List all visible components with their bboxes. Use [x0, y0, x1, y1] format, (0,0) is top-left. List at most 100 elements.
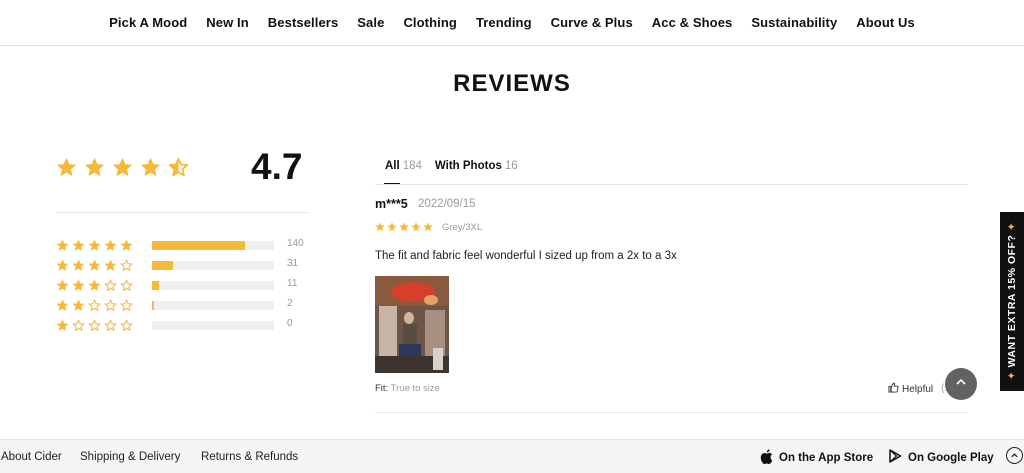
star-icon	[88, 319, 101, 331]
star-icon	[72, 319, 85, 331]
star-icon	[141, 158, 160, 176]
nav-item-new-in[interactable]: New In	[206, 15, 249, 30]
nav-item-sustainability[interactable]: Sustainability	[751, 15, 837, 30]
review-text: The fit and fabric feel wonderful I size…	[375, 250, 677, 262]
reviewer-name: m***5	[375, 197, 408, 211]
star-icon	[120, 279, 133, 291]
summary-divider	[56, 212, 308, 213]
rating-count: 0	[287, 318, 293, 329]
review-divider	[375, 412, 968, 413]
sparkle-icon: ✦	[1006, 370, 1018, 381]
star-icon	[88, 239, 101, 251]
star-icon	[57, 158, 76, 176]
rating-bar	[152, 281, 274, 290]
star-icon	[168, 157, 189, 177]
rating-row-1[interactable]: 0	[56, 318, 293, 332]
google-play-link[interactable]: On Google Play	[889, 449, 994, 466]
average-score: 4.7	[251, 146, 303, 187]
nav-item-trending[interactable]: Trending	[476, 15, 532, 30]
star-icon	[375, 222, 385, 231]
promo-label: WANT EXTRA 15% OFF?	[1006, 234, 1018, 368]
star-icon	[104, 319, 117, 331]
footer-link-about-cider[interactable]: About Cider	[1, 451, 62, 463]
star-icon	[88, 259, 101, 271]
rating-row-3[interactable]: 11	[56, 278, 297, 292]
apple-icon	[760, 449, 773, 467]
star-icon	[88, 299, 101, 311]
star-icon	[399, 222, 409, 231]
helpful-button[interactable]: Helpful	[888, 382, 933, 396]
rating-row-2[interactable]: 2	[56, 298, 293, 312]
star-icon	[120, 259, 133, 271]
nav-item-acc-shoes[interactable]: Acc & Shoes	[652, 15, 733, 30]
average-rating-stars	[56, 157, 189, 178]
star-icon	[56, 279, 69, 291]
rating-count: 140	[287, 238, 304, 249]
app-store-link[interactable]: On the App Store	[760, 449, 873, 467]
top-nav: Pick A Mood New In Bestsellers Sale Clot…	[0, 0, 1024, 46]
rating-bar	[152, 301, 274, 310]
nav-item-clothing[interactable]: Clothing	[403, 15, 457, 30]
star-icon	[120, 299, 133, 311]
google-play-label: On Google Play	[908, 451, 994, 464]
star-icon	[104, 299, 117, 311]
tab-with-photos-count: 16	[504, 160, 518, 172]
footer-collapse-button[interactable]	[1006, 447, 1023, 464]
star-icon	[120, 319, 133, 331]
review-variant: Grey/3XL	[442, 222, 483, 233]
nav-item-about-us[interactable]: About Us	[856, 15, 915, 30]
star-icon	[104, 279, 117, 291]
rating-bar	[152, 321, 274, 330]
star-icon	[56, 299, 69, 311]
rating-count: 31	[287, 258, 299, 269]
tab-all[interactable]: All 184	[385, 160, 422, 172]
nav-item-bestsellers[interactable]: Bestsellers	[268, 15, 338, 30]
star-icon	[88, 279, 101, 291]
rating-row-stars	[56, 319, 152, 332]
star-icon	[85, 158, 104, 176]
tab-with-photos-label: With Photos	[434, 160, 502, 172]
sparkle-icon: ✦	[1006, 221, 1018, 232]
footer-bar: About Cider Shipping & Delivery Returns …	[0, 439, 1024, 473]
rating-row-4[interactable]: 31	[56, 258, 298, 272]
rating-row-5[interactable]: 140	[56, 238, 304, 252]
star-icon	[72, 239, 85, 251]
review-tabs: All 184 With Photos 16	[385, 160, 518, 172]
star-icon	[56, 319, 69, 331]
tab-with-photos[interactable]: With Photos 16	[435, 160, 518, 172]
star-icon	[387, 222, 397, 231]
star-icon	[411, 222, 421, 231]
star-icon	[113, 158, 132, 176]
rating-count: 2	[287, 298, 293, 309]
app-store-label: On the App Store	[779, 452, 874, 464]
chevron-up-icon	[955, 375, 967, 393]
footer-link-shipping-delivery[interactable]: Shipping & Delivery	[80, 451, 180, 463]
star-icon	[104, 259, 117, 271]
tabs-divider	[375, 184, 968, 185]
nav-item-sale[interactable]: Sale	[357, 15, 384, 30]
scroll-to-top-button[interactable]	[945, 368, 977, 400]
footer-link-returns-refunds[interactable]: Returns & Refunds	[201, 451, 298, 463]
rating-row-stars	[56, 279, 152, 292]
promo-side-tab[interactable]: ✦ WANT EXTRA 15% OFF? ✦	[1000, 212, 1024, 391]
review-photo[interactable]	[375, 276, 449, 373]
google-play-icon	[889, 449, 902, 466]
star-icon	[72, 299, 85, 311]
nav-item-curve-plus[interactable]: Curve & Plus	[551, 15, 633, 30]
thumbs-up-icon	[888, 382, 899, 396]
fit-info: Fit: True to size	[375, 383, 440, 394]
fit-label: Fit:	[375, 383, 389, 394]
rating-row-stars	[56, 299, 152, 312]
tab-all-label: All	[385, 160, 400, 172]
tab-all-count: 184	[402, 160, 422, 172]
fit-value: True to size	[390, 383, 440, 394]
rating-bar	[152, 241, 274, 250]
rating-bar-fill	[152, 281, 160, 290]
star-icon	[423, 222, 433, 231]
star-icon	[72, 259, 85, 271]
rating-count: 11	[287, 278, 298, 289]
nav-item-pick-a-mood[interactable]: Pick A Mood	[109, 15, 187, 30]
promo-side-tab-text: ✦ WANT EXTRA 15% OFF? ✦	[1006, 222, 1018, 380]
rating-bar-fill	[152, 241, 245, 250]
rating-bar-fill	[152, 301, 154, 310]
